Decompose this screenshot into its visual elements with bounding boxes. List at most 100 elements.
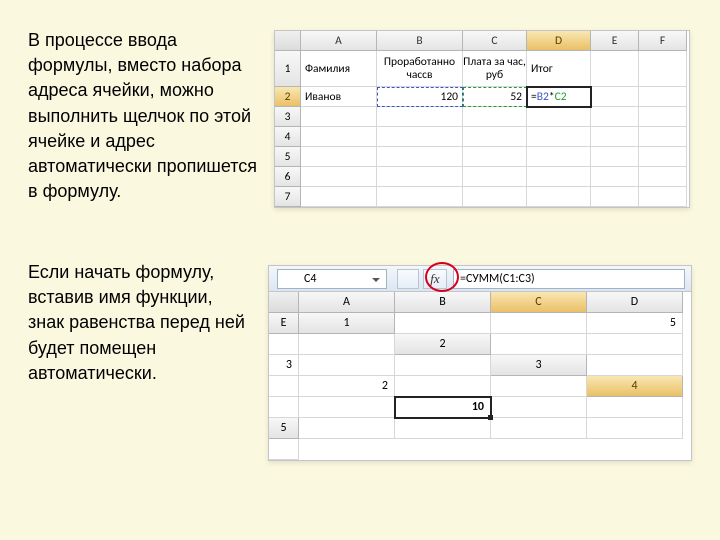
cell-c1[interactable]: Плата за час, руб (463, 51, 527, 87)
cell-b2[interactable]: 120 (377, 87, 463, 107)
cell-c3[interactable] (463, 107, 527, 127)
cell2-e2[interactable] (395, 355, 491, 376)
select-all-corner[interactable] (275, 31, 301, 51)
cell-b4[interactable] (377, 127, 463, 147)
name-box[interactable]: C4 (277, 269, 387, 289)
insert-function-button[interactable]: fx (423, 269, 447, 289)
cell-a1[interactable]: Фамилия (301, 51, 377, 87)
cell2-c3[interactable]: 2 (299, 376, 395, 397)
row-header-4[interactable]: 4 (275, 127, 301, 147)
row2-header-1[interactable]: 1 (299, 313, 395, 334)
cell-b3[interactable] (377, 107, 463, 127)
cell2-d3[interactable] (395, 376, 491, 397)
row-header-3[interactable]: 3 (275, 107, 301, 127)
cell-a4[interactable] (301, 127, 377, 147)
cell2-b4[interactable] (299, 397, 395, 418)
explanation-text-1: В процессе ввода формулы, вместо набора … (28, 28, 258, 204)
cell-e3[interactable] (591, 107, 639, 127)
cell2-c5[interactable] (491, 418, 587, 439)
row-header-7[interactable]: 7 (275, 187, 301, 207)
cell-c5[interactable] (463, 147, 527, 167)
cell-f1[interactable] (639, 51, 687, 87)
row2-header-3[interactable]: 3 (491, 355, 587, 376)
cell2-b3[interactable] (269, 376, 299, 397)
cell2-a2[interactable] (491, 334, 587, 355)
cell-e4[interactable] (591, 127, 639, 147)
cell-d7[interactable] (527, 187, 591, 207)
cell-a7[interactable] (301, 187, 377, 207)
row2-header-2[interactable]: 2 (395, 334, 491, 355)
cell-c7[interactable] (463, 187, 527, 207)
row-header-5[interactable]: 5 (275, 147, 301, 167)
spreadsheet-2[interactable]: A B C D E 1 5 2 3 3 2 4 10 5 (269, 292, 691, 460)
col2-header-e[interactable]: E (269, 313, 299, 334)
row-header-2[interactable]: 2 (275, 87, 301, 107)
cell2-c2[interactable]: 3 (269, 355, 299, 376)
cell-f3[interactable] (639, 107, 687, 127)
cell-d4[interactable] (527, 127, 591, 147)
col-header-c[interactable]: C (463, 31, 527, 51)
cell-e6[interactable] (591, 167, 639, 187)
cell-f5[interactable] (639, 147, 687, 167)
excel-screenshot-1: A B C D E F 1 Фамилия Проработанно чассв… (274, 30, 690, 208)
formula-input[interactable]: =СУММ(C1:C3) (453, 269, 685, 289)
cell-d3[interactable] (527, 107, 591, 127)
cell-f7[interactable] (639, 187, 687, 207)
cell-e1[interactable] (591, 51, 639, 87)
col-header-e[interactable]: E (591, 31, 639, 51)
cell-f6[interactable] (639, 167, 687, 187)
select-all-corner-2[interactable] (269, 292, 299, 313)
cell-d1[interactable]: Итог (527, 51, 591, 87)
cell2-c1[interactable]: 5 (587, 313, 683, 334)
cell2-a4[interactable] (269, 397, 299, 418)
cell-c2[interactable]: 52 (463, 87, 527, 107)
cell-b6[interactable] (377, 167, 463, 187)
cell2-e3[interactable] (491, 376, 587, 397)
cell-e7[interactable] (591, 187, 639, 207)
cell2-a1[interactable] (395, 313, 491, 334)
cell2-e5[interactable] (269, 439, 299, 460)
col2-header-b[interactable]: B (395, 292, 491, 313)
spreadsheet-1[interactable]: A B C D E F 1 Фамилия Проработанно чассв… (275, 31, 689, 207)
cell-a6[interactable] (301, 167, 377, 187)
cell-d6[interactable] (527, 167, 591, 187)
col2-header-d[interactable]: D (587, 292, 683, 313)
cell-f4[interactable] (639, 127, 687, 147)
cell2-a3[interactable] (587, 355, 683, 376)
cell-d5[interactable] (527, 147, 591, 167)
cell-d2-formula[interactable]: =B2*C2 (527, 87, 591, 107)
cell-c6[interactable] (463, 167, 527, 187)
cell2-d4[interactable] (491, 397, 587, 418)
col-header-d[interactable]: D (527, 31, 591, 51)
cell2-c4[interactable]: 10 (395, 397, 491, 418)
cell2-e4[interactable] (587, 397, 683, 418)
cell-b1[interactable]: Проработанно чассв (377, 51, 463, 87)
cell-a2[interactable]: Иванов (301, 87, 377, 107)
cell-b7[interactable] (377, 187, 463, 207)
cell2-e1[interactable] (299, 334, 395, 355)
cell2-d5[interactable] (587, 418, 683, 439)
cell-a3[interactable] (301, 107, 377, 127)
row-header-1[interactable]: 1 (275, 51, 301, 87)
cell-a5[interactable] (301, 147, 377, 167)
row2-header-5[interactable]: 5 (269, 418, 299, 439)
cell2-b5[interactable] (395, 418, 491, 439)
cell-f2[interactable] (639, 87, 687, 107)
cell2-b2[interactable] (587, 334, 683, 355)
cell-e2[interactable] (591, 87, 639, 107)
cancel-icon[interactable] (397, 269, 419, 289)
col2-header-c[interactable]: C (491, 292, 587, 313)
col-header-f[interactable]: F (639, 31, 687, 51)
cell2-d2[interactable] (299, 355, 395, 376)
cell2-d1[interactable] (269, 334, 299, 355)
row-header-6[interactable]: 6 (275, 167, 301, 187)
cell-c4[interactable] (463, 127, 527, 147)
cell2-b1[interactable] (491, 313, 587, 334)
cell2-a5[interactable] (299, 418, 395, 439)
col-header-b[interactable]: B (377, 31, 463, 51)
row2-header-4[interactable]: 4 (587, 376, 683, 397)
col2-header-a[interactable]: A (299, 292, 395, 313)
col-header-a[interactable]: A (301, 31, 377, 51)
cell-b5[interactable] (377, 147, 463, 167)
cell-e5[interactable] (591, 147, 639, 167)
